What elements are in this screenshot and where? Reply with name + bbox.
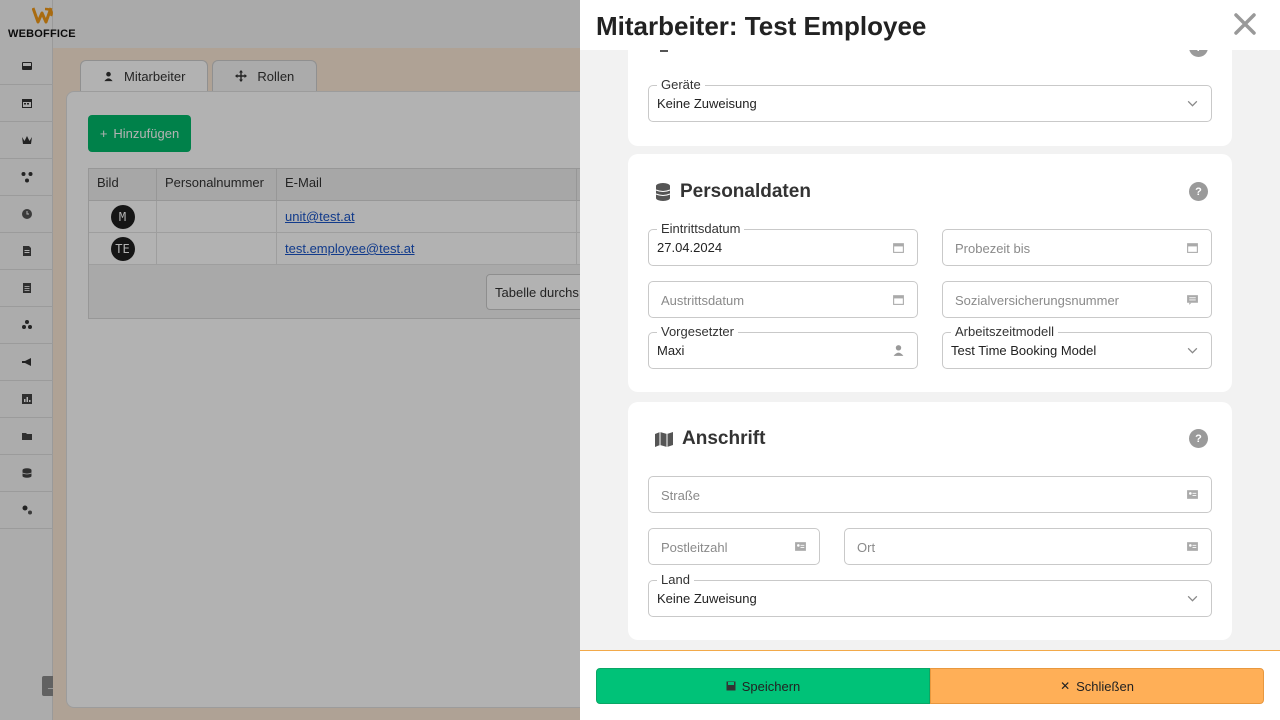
field-value: Keine Zuweisung	[657, 591, 757, 606]
floppy-disk-icon	[726, 681, 736, 691]
save-button-label: Speichern	[741, 678, 801, 694]
field-label: Geräte	[657, 77, 705, 92]
field-label: Land	[657, 572, 694, 587]
modal-overlay[interactable]	[0, 0, 580, 720]
ort-field[interactable]: Ort	[844, 528, 1212, 565]
field-label: Eintrittsdatum	[657, 221, 745, 236]
close-button[interactable]: ✕ Schließen	[930, 668, 1264, 704]
help-icon[interactable]: ?	[1189, 182, 1208, 201]
probezeit-field[interactable]: Probezeit bis	[942, 229, 1212, 266]
user-icon	[893, 345, 904, 356]
app-root: WEBOFFICE → Mitarbeiter Rollen + Hinzufü…	[0, 0, 1280, 720]
drawer-footer: Speichern ✕ Schließen	[580, 650, 1280, 720]
chevron-down-icon	[1187, 347, 1198, 354]
comment-icon	[1187, 295, 1198, 305]
field-label: Vorgesetzter	[657, 324, 738, 339]
field-value: Keine Zuweisung	[657, 96, 757, 111]
field-placeholder: Probezeit bis	[955, 241, 1031, 256]
drawer-body[interactable]: PC ? Geräte Keine Zuweisung Personaldate…	[580, 0, 1280, 650]
help-icon[interactable]: ?	[1189, 429, 1208, 448]
section-anschrift: Anschrift ? Straße Postleitzahl Ort Land	[628, 402, 1232, 640]
field-value: Test Time Booking Model	[951, 343, 1097, 358]
field-placeholder: Postleitzahl	[661, 540, 728, 555]
chevron-down-icon	[1187, 100, 1198, 107]
section-personaldaten: Personaldaten ? Eintrittsdatum 27.04.202…	[628, 154, 1232, 392]
close-icon[interactable]	[1231, 10, 1259, 38]
database-icon	[655, 183, 671, 201]
field-placeholder: Straße	[661, 488, 701, 503]
sozialversicherungsnummer-field[interactable]: Sozialversicherungsnummer	[942, 281, 1212, 318]
field-value: 27.04.2024	[657, 240, 723, 255]
geraete-select[interactable]: Geräte Keine Zuweisung	[648, 77, 1212, 122]
eintrittsdatum-field[interactable]: Eintrittsdatum 27.04.2024	[648, 221, 918, 266]
employee-drawer: PC ? Geräte Keine Zuweisung Personaldate…	[580, 0, 1280, 720]
drawer-title: Mitarbeiter: Test Employee	[596, 11, 927, 41]
chevron-down-icon	[1187, 595, 1198, 602]
austrittsdatum-field[interactable]: Austrittsdatum	[648, 281, 918, 318]
field-value: Maxi	[657, 343, 685, 358]
drawer-header: Mitarbeiter: Test Employee	[580, 0, 1280, 50]
field-placeholder: Austrittsdatum	[661, 293, 745, 308]
calendar-icon	[893, 295, 904, 305]
field-placeholder: Sozialversicherungsnummer	[955, 293, 1120, 308]
field-placeholder: Ort	[857, 540, 876, 555]
section-title: Personaldaten	[654, 181, 811, 203]
strasse-field[interactable]: Straße	[648, 476, 1212, 513]
address-card-icon	[795, 542, 806, 551]
address-card-icon	[1187, 490, 1198, 499]
postleitzahl-field[interactable]: Postleitzahl	[648, 528, 820, 565]
section-title: Anschrift	[654, 428, 765, 450]
calendar-icon	[893, 243, 904, 253]
address-card-icon	[1187, 542, 1198, 551]
calendar-icon	[1187, 243, 1198, 253]
vorgesetzter-field[interactable]: Vorgesetzter Maxi	[648, 324, 918, 369]
field-label: Arbeitszeitmodell	[951, 324, 1058, 339]
save-button[interactable]: Speichern	[596, 668, 930, 704]
land-select[interactable]: Land Keine Zuweisung	[648, 572, 1212, 617]
arbeitszeitmodell-select[interactable]: Arbeitszeitmodell Test Time Booking Mode…	[942, 324, 1212, 369]
x-icon: ✕	[1060, 679, 1071, 693]
close-button-label: Schließen	[1076, 678, 1134, 694]
map-icon	[655, 432, 673, 447]
